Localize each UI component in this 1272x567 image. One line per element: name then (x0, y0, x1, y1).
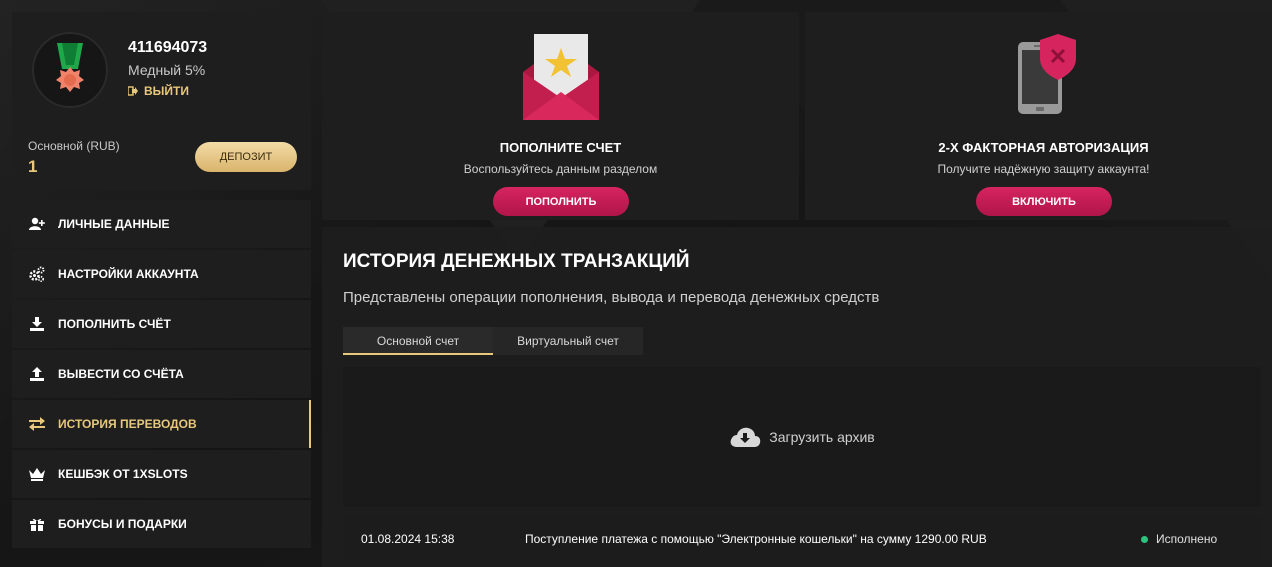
sidebar-item-label: КЕШБЭК ОТ 1XSLOTS (58, 467, 188, 481)
status-badge: Исполнено (1141, 532, 1217, 546)
page-title: ИСТОРИЯ ДЕНЕЖНЫХ ТРАНЗАКЦИЙ (343, 251, 690, 272)
upload-icon (28, 365, 46, 383)
logout-label: ВЫЙТИ (144, 84, 189, 98)
sidebar-item-label: ПОПОЛНИТЬ СЧЁТ (58, 317, 171, 331)
twofa-promo-card: 2-Х ФАКТОРНАЯ АВТОРИЗАЦИЯ Получите надёж… (805, 12, 1272, 220)
envelope-star-icon (521, 32, 601, 127)
cloud-download-icon (730, 427, 761, 447)
profile-card: 411694073 Медный 5% ВЫЙТИ Основной (RUB)… (12, 12, 311, 190)
sidebar-item-bonuses[interactable]: БОНУСЫ И ПОДАРКИ (12, 500, 311, 548)
sidebar-item-label: БОНУСЫ И ПОДАРКИ (58, 517, 187, 531)
download-archive-button[interactable]: Загрузить архив (343, 367, 1261, 507)
sidebar-item-transfer-history[interactable]: ИСТОРИЯ ПЕРЕВОДОВ (12, 400, 311, 448)
table-row: 01.08.2024 15:38 Поступление платежа с п… (343, 517, 1261, 561)
sidebar: 411694073 Медный 5% ВЫЙТИ Основной (RUB)… (12, 12, 311, 550)
user-id: 411694073 (128, 39, 208, 56)
transaction-history-panel: ИСТОРИЯ ДЕНЕЖНЫХ ТРАНЗАКЦИЙ Представлены… (322, 227, 1272, 567)
gift-icon (28, 515, 46, 533)
tx-status-label: Исполнено (1156, 532, 1218, 546)
gears-icon (28, 265, 46, 283)
sidebar-item-label: НАСТРОЙКИ АККАУНТА (58, 267, 199, 281)
sidebar-item-account-settings[interactable]: НАСТРОЙКИ АККАУНТА (12, 250, 311, 298)
tab-virtual-account[interactable]: Виртуальный счет (493, 327, 643, 355)
logout-icon (128, 86, 138, 96)
avatar (32, 32, 108, 108)
twofa-card-subtitle: Получите надёжную защиту аккаунта! (937, 162, 1150, 176)
phone-shield-icon (1004, 32, 1084, 127)
tx-description: Поступление платежа с помощью "Электронн… (525, 532, 987, 546)
account-label: Основной (RUB) (28, 139, 120, 153)
deposit-promo-card: ПОПОЛНИТЕ СЧЕТ Воспользуйтесь данным раз… (322, 12, 799, 220)
page-subtitle: Представлены операции пополнения, вывода… (343, 289, 880, 306)
deposit-card-subtitle: Воспользуйтесь данным разделом (463, 162, 658, 176)
sidebar-item-cashback[interactable]: КЕШБЭК ОТ 1XSLOTS (12, 450, 311, 498)
sidebar-item-label: ИСТОРИЯ ПЕРЕВОДОВ (58, 417, 197, 431)
copper-medal-icon (56, 43, 84, 92)
twofa-card-title: 2-Х ФАКТОРНАЯ АВТОРИЗАЦИЯ (938, 140, 1149, 155)
logout-link[interactable]: ВЫЙТИ (128, 84, 189, 98)
sidebar-item-withdraw[interactable]: ВЫВЕСТИ СО СЧЁТА (12, 350, 311, 398)
deposit-card-title: ПОПОЛНИТЕ СЧЕТ (499, 140, 622, 155)
sidebar-item-deposit[interactable]: ПОПОЛНИТЬ СЧЁТ (12, 300, 311, 348)
deposit-button[interactable]: ДЕПОЗИТ (195, 142, 297, 172)
add-user-icon (28, 215, 46, 233)
transfer-arrows-icon (28, 415, 46, 433)
tx-date: 01.08.2024 15:38 (361, 532, 455, 546)
enable-2fa-button[interactable]: ВКЛЮЧИТЬ (976, 187, 1112, 216)
top-up-button[interactable]: ПОПОЛНИТЬ (493, 187, 629, 216)
user-level: Медный 5% (128, 62, 206, 78)
status-dot-icon (1141, 535, 1148, 543)
crown-icon (28, 465, 46, 483)
account-tabs: Основной счет Виртуальный счет (343, 327, 643, 355)
sidebar-menu: ЛИЧНЫЕ ДАННЫЕ НАСТРОЙКИ АККАУНТА ПОПОЛНИ… (12, 200, 311, 548)
sidebar-item-personal-data[interactable]: ЛИЧНЫЕ ДАННЫЕ (12, 200, 311, 248)
download-archive-label: Загрузить архив (769, 429, 875, 445)
sidebar-item-label: ВЫВЕСТИ СО СЧЁТА (58, 367, 184, 381)
tab-main-account[interactable]: Основной счет (343, 327, 493, 355)
account-balance: 1 (28, 157, 38, 176)
sidebar-item-label: ЛИЧНЫЕ ДАННЫЕ (58, 217, 170, 231)
download-icon (28, 315, 46, 333)
